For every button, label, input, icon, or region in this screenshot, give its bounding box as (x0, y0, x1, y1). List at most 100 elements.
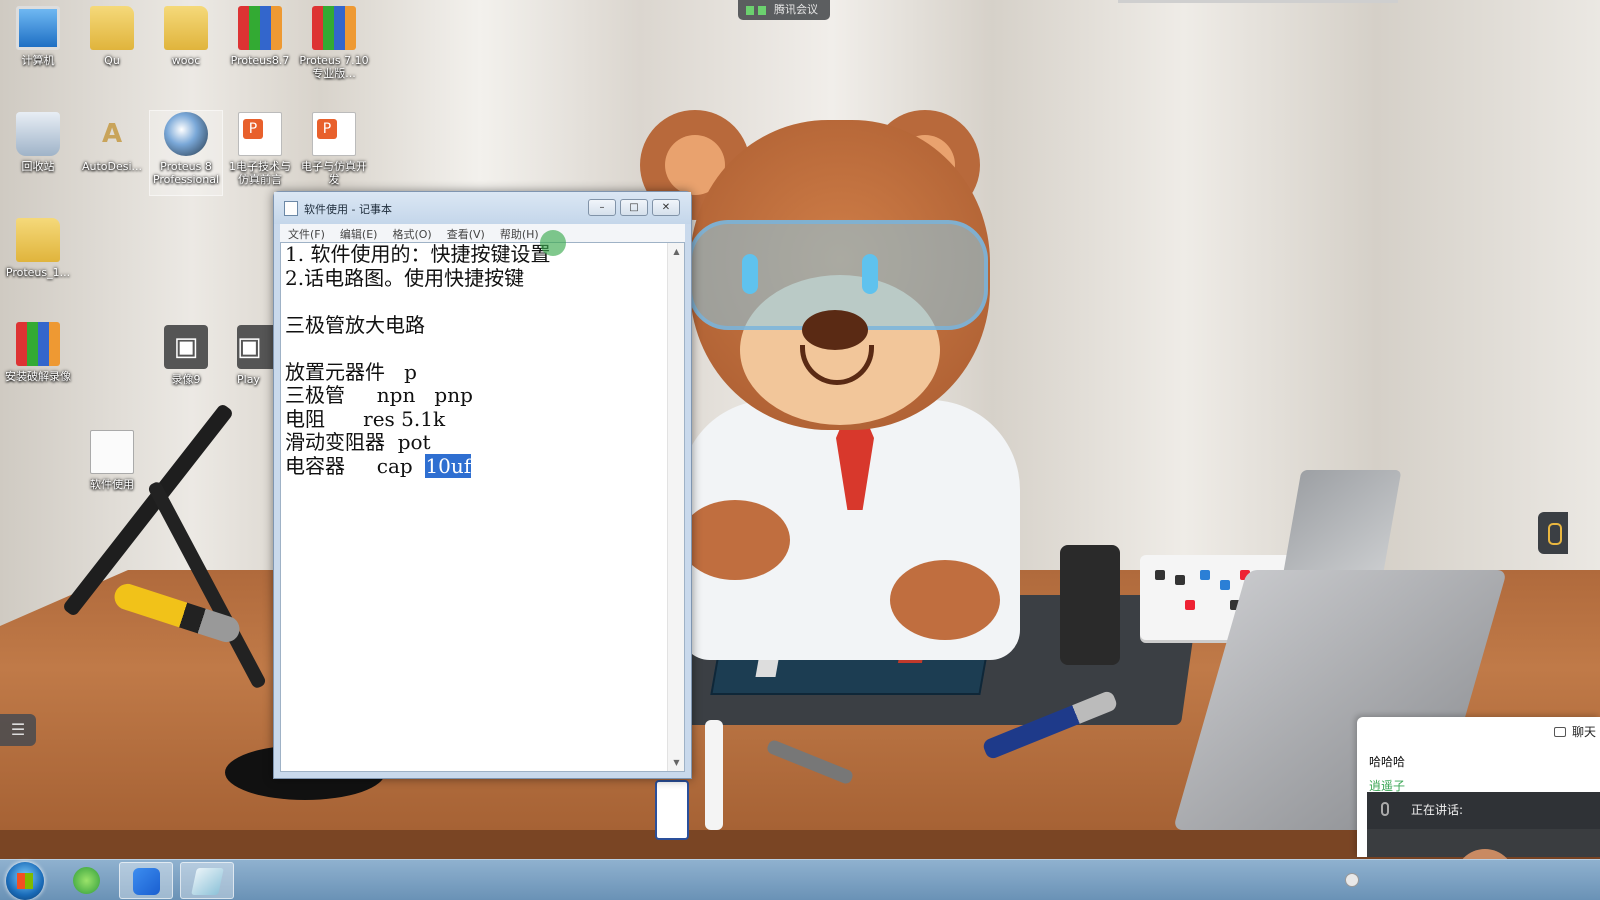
start-button[interactable] (6, 862, 44, 900)
meeting-label: 腾讯会议 (774, 3, 818, 16)
text-line: 三极管放大电路 (285, 312, 425, 337)
text-line (281, 337, 684, 361)
text-document-icon (90, 430, 134, 474)
desktop-icon-wooc[interactable]: wooc (151, 6, 221, 67)
scroll-down-arrow-icon[interactable]: ▼ (668, 754, 684, 771)
wallpaper-bear-mascot (640, 100, 1060, 660)
desktop-icon-proteus87[interactable]: Proteus8.7 (225, 6, 295, 67)
bear-eye (862, 254, 878, 294)
close-button[interactable]: ✕ (652, 199, 680, 216)
text-line (281, 290, 684, 314)
menu-format[interactable]: 格式(O) (384, 224, 438, 242)
taskbar-360-browser[interactable] (60, 862, 114, 899)
desktop-icon-label: Proteus_1... (5, 266, 71, 279)
selected-text: 10uf (425, 453, 472, 478)
wallpaper-chip (755, 657, 780, 677)
bear-nose (802, 310, 868, 350)
bear-eye (742, 254, 758, 294)
speaking-label: 正在讲话: (1411, 803, 1464, 817)
menu-file[interactable]: 文件(F) (280, 224, 332, 242)
desktop-icon-label: 回收站 (21, 160, 55, 173)
desktop-icon-ppt-dev[interactable]: 电子与仿真开发 (299, 112, 369, 186)
scroll-up-arrow-icon[interactable]: ▲ (668, 243, 684, 260)
wallpaper-glue-box (655, 780, 689, 840)
notepad-text-area[interactable]: 1. 软件使用的：快捷按键设置 2.话电路图。使用快捷按键 三极管放大电路 放置… (280, 242, 685, 772)
chat-tab[interactable]: 聊天 (1553, 723, 1600, 740)
desktop-icon-software-usage[interactable]: 软件使用 (77, 430, 147, 491)
tray-icon[interactable] (1345, 873, 1359, 887)
desktop-icon-label: AutoDesi... (81, 160, 143, 173)
bear-paw (680, 500, 790, 580)
minimize-button[interactable]: – (588, 199, 616, 216)
winrar-icon (16, 322, 60, 366)
desktop-icon-ppt-intro[interactable]: 1电子技术与仿真前言 (225, 112, 295, 186)
desktop-icon-computer[interactable]: 计算机 (3, 6, 73, 67)
desktop-icon-label: 电子与仿真开发 (301, 160, 367, 186)
menu-edit[interactable]: 编辑(E) (332, 224, 385, 242)
desktop-icon-label: 1电子技术与仿真前言 (229, 160, 291, 186)
list-menu-button[interactable]: ☰ (0, 714, 36, 746)
proteus-globe-icon (164, 112, 208, 156)
participant-video (1367, 829, 1600, 889)
powerpoint-icon (238, 112, 282, 156)
recycle-bin-icon (16, 112, 60, 156)
text-line: 滑动变阻器 pot (285, 430, 431, 454)
text-line: 三极管 npn pnp (285, 383, 473, 407)
desktop-icon-label: Proteus 7.10专业版... (299, 54, 369, 80)
maximize-button[interactable]: □ (620, 199, 648, 216)
desktop-icon-label: 录像9 (171, 373, 201, 386)
meeting-status-indicator[interactable]: 腾讯会议 (738, 0, 830, 20)
desktop-icon-label: 安装破解录像 (5, 370, 71, 383)
browser-360-icon (73, 867, 100, 894)
desktop-icon-label: wooc (171, 54, 201, 67)
desktop-icon-autodesk[interactable]: A AutoDesi... (77, 112, 147, 173)
notepad-window[interactable]: 软件使用 - 记事本 – □ ✕ 文件(F) 编辑(E) 格式(O) 查看(V) 帮助(… (273, 191, 692, 779)
desktop-icon-label: Qu (104, 54, 120, 67)
text-line: 1. 软件使用的：快捷按键设置 (285, 242, 551, 266)
desktop-icon-label: 计算机 (21, 54, 55, 67)
desktop-icon-label: Proteus8.7 (230, 54, 290, 67)
desktop-icon-proteus710[interactable]: Proteus 7.10专业版... (299, 6, 369, 80)
powerpoint-icon (312, 112, 356, 156)
text-line: 2.话电路图。使用快捷按键 (285, 265, 525, 290)
desktop-icon-label: Proteus 8 Professional (152, 160, 220, 186)
speaking-indicator: 正在讲话: (1367, 792, 1600, 829)
desktop-icon-proteus-folder[interactable]: Proteus_1... (3, 218, 73, 279)
desktop-icon-label: Play (237, 373, 260, 386)
taskbar-notepad[interactable] (180, 862, 234, 899)
menu-help[interactable]: 帮助(H) (492, 224, 546, 242)
bear-paw (890, 560, 1000, 640)
mouse-icon[interactable] (1538, 512, 1568, 554)
desktop-icon-recording9[interactable]: ▣ 录像9 (151, 325, 221, 386)
recorder-icon: ▣ (164, 325, 208, 369)
notepad-menubar: 文件(F) 编辑(E) 格式(O) 查看(V) 帮助(H) (280, 224, 685, 242)
winrar-icon (238, 6, 282, 50)
text-line: 电阻 res 5.1k (285, 406, 446, 431)
text-line: 放置元器件 p (285, 359, 417, 384)
folder-icon (164, 6, 208, 50)
desktop-icon-proteus8-professional[interactable]: Proteus 8 Professional (151, 112, 221, 186)
chat-bubble-icon (1553, 727, 1566, 737)
window-title: 软件使用 - 记事本 (304, 203, 392, 216)
vertical-scrollbar[interactable]: ▲ ▼ (667, 243, 684, 771)
notepad-titlebar[interactable]: 软件使用 - 记事本 – □ ✕ (274, 192, 691, 224)
text-line-capacitor: 电容器 cap 10uf (281, 453, 684, 479)
desktop-icon-qu[interactable]: Qu (77, 6, 147, 67)
folder-icon (16, 218, 60, 262)
notepad-icon (191, 868, 224, 895)
winrar-icon (312, 6, 356, 50)
wallpaper-iron-holder (1060, 545, 1120, 665)
desktop-icon-label: 软件使用 (90, 478, 134, 491)
chat-tab-label: 聊天 (1571, 725, 1596, 739)
tencent-meeting-icon (133, 868, 160, 895)
meeting-top-bar (1118, 0, 1398, 3)
taskbar (0, 859, 1600, 900)
desktop-icon-install-video[interactable]: 安装破解录像 (3, 322, 73, 383)
taskbar-tencent-meeting[interactable] (119, 862, 173, 899)
wallpaper-glue-bottle (705, 720, 723, 830)
desktop-icon-recycle-bin[interactable]: 回收站 (3, 112, 73, 173)
menu-view[interactable]: 查看(V) (439, 224, 492, 242)
notepad-icon (284, 201, 298, 216)
mouse-pointer-highlight (540, 230, 566, 256)
text-line-content: 电容器 cap (285, 453, 426, 478)
